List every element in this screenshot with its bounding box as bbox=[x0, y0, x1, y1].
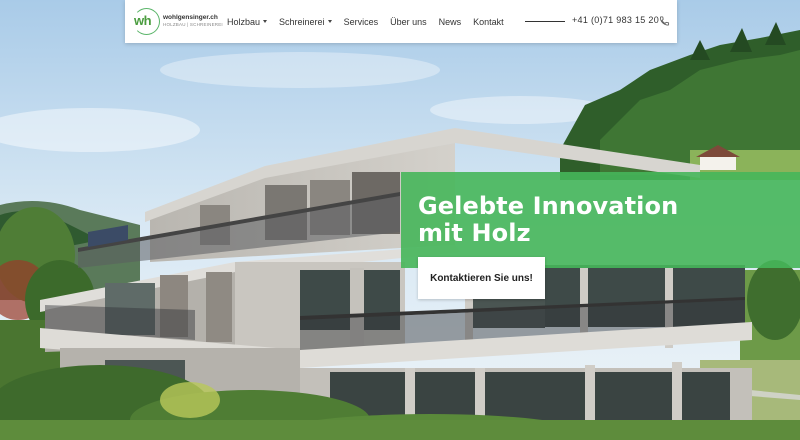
hero-title: Gelebte Innovation mit Holz bbox=[418, 193, 788, 247]
phone-number-link[interactable]: +41 (0)71 983 15 20 bbox=[572, 15, 659, 25]
nav-item-label: Über uns bbox=[390, 16, 427, 27]
nav-item-label: Kontakt bbox=[473, 16, 504, 27]
phone-icon[interactable] bbox=[659, 15, 670, 27]
nav-item-label: Schreinerei bbox=[279, 16, 325, 27]
logo-name: wohlgensinger.ch bbox=[163, 14, 218, 21]
caret-down-icon bbox=[263, 20, 268, 23]
nav-item-label: News bbox=[438, 16, 462, 27]
nav-item-services[interactable]: Services bbox=[344, 17, 379, 27]
nav-item-label: Services bbox=[343, 16, 379, 27]
hero-title-line-2: mit Holz bbox=[418, 219, 531, 247]
hero-promo-panel: Gelebte Innovation mit Holz bbox=[401, 172, 800, 268]
site-header: wh wohlgensinger.ch HOLZBAU | SCHREINERE… bbox=[125, 0, 677, 43]
logo-mark: wh bbox=[131, 7, 161, 35]
nav-item-ueber-uns[interactable]: Über uns bbox=[390, 17, 427, 27]
nav-item-holzbau[interactable]: Holzbau bbox=[227, 16, 268, 27]
nav-item-schreinerei[interactable]: Schreinerei bbox=[279, 17, 332, 27]
logo-text: wohlgensinger.ch HOLZBAU | SCHREINEREI bbox=[163, 14, 223, 27]
hero-title-line-1: Gelebte Innovation bbox=[418, 192, 679, 220]
logo-monogram: wh bbox=[134, 13, 152, 28]
nav-item-kontakt[interactable]: Kontakt bbox=[473, 17, 504, 27]
header-divider-line bbox=[525, 21, 565, 22]
caret-down-icon bbox=[327, 20, 332, 23]
contact-cta-button[interactable]: Kontaktieren Sie uns! bbox=[418, 257, 545, 299]
nav-item-label: Holzbau bbox=[227, 16, 261, 27]
logo-tagline: HOLZBAU | SCHREINEREI bbox=[163, 21, 223, 27]
logo[interactable]: wh wohlgensinger.ch HOLZBAU | SCHREINERE… bbox=[131, 7, 223, 35]
nav-item-news[interactable]: News bbox=[439, 17, 462, 27]
main-nav: Holzbau Schreinerei Services Über uns Ne… bbox=[227, 0, 516, 43]
